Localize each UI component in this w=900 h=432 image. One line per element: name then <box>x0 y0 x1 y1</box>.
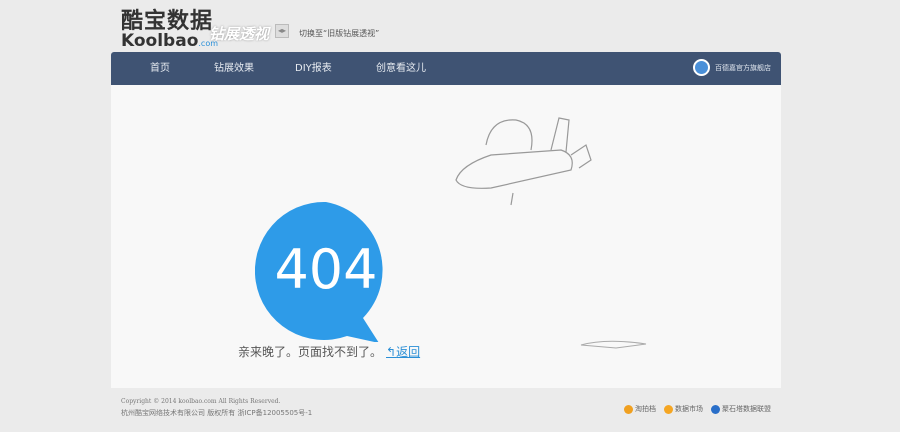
switch-version-link[interactable]: 切换至“旧版钻展透视” <box>299 28 379 39</box>
shadow-illustration <box>580 340 647 349</box>
logo[interactable]: 酷宝数据 Koolbao.com <box>121 10 219 51</box>
switch-version-icon[interactable]: ◂▸ <box>275 24 289 38</box>
nav-diy-report[interactable]: DIY报表 <box>295 52 332 85</box>
error-message: 亲来晚了。页面找不到了。 <box>238 345 383 359</box>
footer-link-data-market[interactable]: 数据市场 <box>664 404 703 414</box>
shop-link[interactable]: 百德嘉官方旗舰店 <box>693 59 771 76</box>
data-market-icon <box>664 404 673 414</box>
header: 酷宝数据 Koolbao.com 钻展透视 ◂▸ 切换至“旧版钻展透视” <box>111 8 781 51</box>
error-404-badge: 404 <box>255 201 383 342</box>
shop-name: 百德嘉官方旗舰店 <box>715 63 771 72</box>
error-message-row: 亲来晚了。页面找不到了。 ↰返回 <box>238 343 420 360</box>
footer-links: 淘拍档 数据市场 聚石塔数据联盟 <box>624 404 771 414</box>
company-info: 杭州酷宝网络技术有限公司 版权所有 浙ICP备12005505号-1 <box>121 409 313 417</box>
shop-avatar-icon <box>693 59 710 76</box>
nav-effect[interactable]: 钻展效果 <box>214 52 254 85</box>
logo-en: Koolbao.com <box>121 31 219 51</box>
taopaidang-icon <box>624 404 633 414</box>
footer-link-jushita[interactable]: 聚石塔数据联盟 <box>711 404 771 414</box>
footer-link-taopaidang[interactable]: 淘拍档 <box>624 404 656 414</box>
error-code: 404 <box>274 238 377 301</box>
nav-creative[interactable]: 创意看这儿 <box>376 52 426 85</box>
rocket-illustration <box>455 117 592 206</box>
copyright: Copyright © 2014 koolbao.com All Rights … <box>121 398 281 405</box>
nav-home[interactable]: 首页 <box>150 52 170 85</box>
content: 404 亲来晚了。页面找不到了。 ↰返回 <box>111 85 781 388</box>
product-name: 钻展透视 <box>209 25 270 43</box>
back-link[interactable]: ↰返回 <box>386 345 420 359</box>
back-label: 返回 <box>396 345 421 359</box>
jushita-icon <box>711 404 720 414</box>
back-arrow-icon: ↰ <box>386 345 397 359</box>
footer: Copyright © 2014 koolbao.com All Rights … <box>111 396 781 426</box>
main-nav: 首页 钻展效果 DIY报表 创意看这儿 百德嘉官方旗舰店 <box>111 52 781 85</box>
